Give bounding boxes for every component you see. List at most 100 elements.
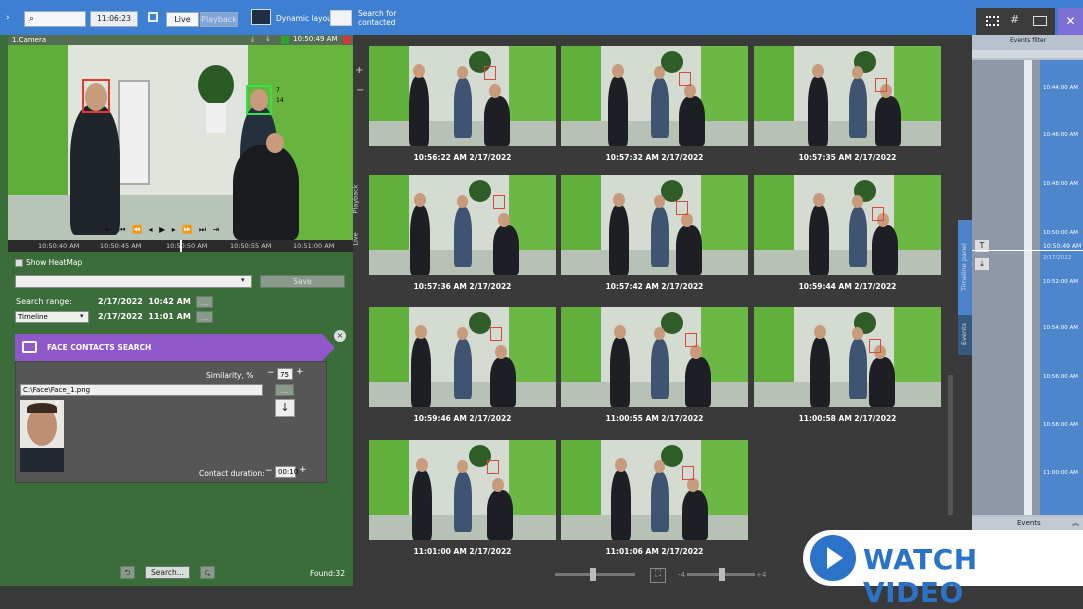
face-box[interactable] <box>682 466 694 480</box>
download-arrow-icon[interactable]: ↓ <box>275 399 295 417</box>
thumb-person-head <box>690 345 702 359</box>
face-box[interactable] <box>685 333 697 347</box>
step-forward-icon[interactable]: ⏩ <box>182 225 194 234</box>
thumb-person-head <box>413 64 425 78</box>
download-icon[interactable]: ⤓ <box>975 258 989 270</box>
search-input[interactable]: ⌕ <box>24 11 86 27</box>
add-icon[interactable]: + <box>355 65 363 76</box>
tab-playback[interactable]: Playback <box>352 184 360 213</box>
contact-duration-input[interactable]: 00:10 <box>275 466 298 478</box>
hash-icon[interactable]: # <box>1010 13 1019 26</box>
search-contacted-icon[interactable] <box>330 10 352 26</box>
result-thumbnail[interactable] <box>369 307 556 407</box>
next-frame-icon[interactable]: ▸ <box>172 225 178 234</box>
play-triangle <box>827 547 843 569</box>
result-thumbnail[interactable] <box>561 440 748 540</box>
grid-scrollbar[interactable] <box>945 35 958 565</box>
layout-grid-icon[interactable] <box>148 12 158 22</box>
face-box-green[interactable] <box>246 85 272 115</box>
grid-view-icon[interactable] <box>986 16 999 26</box>
close-icon[interactable]: × <box>334 330 346 342</box>
face-box[interactable] <box>872 207 884 221</box>
watch-video-button[interactable]: WATCH VIDEO <box>803 530 1083 609</box>
events-filter-label[interactable]: Events filter <box>1010 37 1046 44</box>
speed-slider-knob[interactable] <box>590 568 596 581</box>
timeline-time-label: 11:00:00 AM <box>1043 470 1078 476</box>
result-thumbnail[interactable] <box>369 440 556 540</box>
face-box[interactable] <box>679 72 691 86</box>
result-thumbnail[interactable] <box>369 175 556 275</box>
similarity-decrease[interactable]: − <box>267 368 275 378</box>
pause-icon[interactable] <box>281 36 289 44</box>
events-footer-label: Events <box>1017 519 1041 527</box>
similarity-increase[interactable]: + <box>296 367 304 377</box>
chevron-up-icon[interactable]: ︽ <box>1072 518 1079 528</box>
heatmap-select[interactable] <box>15 275 252 288</box>
fast-forward-icon[interactable]: ⏭ <box>199 225 208 234</box>
tab-live[interactable]: Live <box>352 232 360 245</box>
minus-icon[interactable]: − <box>356 85 364 96</box>
rewind-icon[interactable]: ⏮ <box>118 225 127 234</box>
result-thumbnail[interactable] <box>561 307 748 407</box>
thumb-person <box>849 207 867 267</box>
expand-arrow-icon[interactable]: › <box>6 13 10 23</box>
face-box[interactable] <box>869 339 881 353</box>
step-back-icon[interactable]: ⏪ <box>132 225 144 234</box>
camera-view[interactable]: 7 14 ⇤ ⏮ ⏪ ◂ ▶ ▸ ⏩ ⏭ ⇥ <box>8 45 353 240</box>
heatmap-checkbox[interactable] <box>15 259 23 267</box>
layout-icon[interactable] <box>251 9 271 25</box>
playback-button[interactable]: Playback <box>200 12 238 27</box>
face-box[interactable] <box>875 78 887 92</box>
range-end-picker[interactable]: ... <box>196 311 213 323</box>
face-box[interactable] <box>676 201 688 215</box>
result-thumbnail[interactable] <box>754 175 941 275</box>
save-button[interactable]: Save <box>260 275 345 288</box>
events-footer[interactable]: Events ︽ <box>972 517 1083 530</box>
fullscreen-icon[interactable]: ⛶ <box>650 568 666 583</box>
remove-face-icon[interactable]: × <box>54 399 60 407</box>
export-icon[interactable]: ⤓ <box>251 35 254 44</box>
face-box[interactable] <box>493 195 505 209</box>
tools-icon[interactable]: ✕ <box>1058 8 1083 35</box>
face-box[interactable] <box>484 66 496 80</box>
tab-events[interactable]: Events <box>958 315 972 355</box>
download-icon[interactable]: ↓ <box>265 35 271 43</box>
search-icon: ⌕ <box>29 14 35 24</box>
search-button[interactable]: Search... <box>145 566 190 579</box>
go-start-icon[interactable]: ⇤ <box>105 225 114 234</box>
scroll-thumb[interactable] <box>948 375 953 515</box>
face-box[interactable] <box>487 460 499 474</box>
go-end-icon[interactable]: ⇥ <box>213 225 222 234</box>
duration-increase[interactable]: + <box>299 465 307 475</box>
thumb-person <box>810 337 830 407</box>
dynamic-layout-label[interactable]: Dynamic layout <box>276 14 335 23</box>
person-left <box>70 105 120 235</box>
zoom-slider-knob[interactable] <box>719 568 725 581</box>
duration-decrease[interactable]: − <box>265 466 273 476</box>
result-thumbnail[interactable] <box>754 307 941 407</box>
timeline-select[interactable]: Timeline <box>15 311 89 323</box>
single-view-icon[interactable] <box>1033 16 1047 26</box>
chevron-down-icon[interactable]: ▾ <box>241 276 245 284</box>
range-start-picker[interactable]: ... <box>196 296 213 308</box>
timeline-cursor[interactable] <box>180 240 182 252</box>
result-thumbnail[interactable] <box>754 46 941 146</box>
result-thumbnail[interactable] <box>369 46 556 146</box>
similarity-input[interactable]: 75 <box>277 368 293 380</box>
file-path-input[interactable]: C:\Face\Face_1.png <box>20 384 263 396</box>
play-icon[interactable]: ▶ <box>159 225 167 234</box>
record-icon[interactable] <box>343 36 351 44</box>
camera-timeline[interactable]: 10:50:40 AM 10:50:45 AM 10:50:50 AM 10:5… <box>8 240 353 252</box>
forward-button[interactable]: ⮎ <box>200 566 215 579</box>
browse-button[interactable]: ... <box>275 384 294 396</box>
back-button[interactable]: ⮌ <box>120 566 135 579</box>
result-thumbnail[interactable] <box>561 175 748 275</box>
face-box-red[interactable] <box>82 79 110 113</box>
result-thumbnail[interactable] <box>561 46 748 146</box>
face-box[interactable] <box>490 327 502 341</box>
tab-timeline-panel[interactable]: Timeline panel <box>958 220 972 315</box>
search-contacted-label[interactable]: Search for contacted <box>358 9 396 27</box>
prev-frame-icon[interactable]: ◂ <box>149 225 155 234</box>
live-button[interactable]: Live <box>166 12 199 27</box>
chevron-down-icon[interactable]: ▾ <box>80 312 84 320</box>
